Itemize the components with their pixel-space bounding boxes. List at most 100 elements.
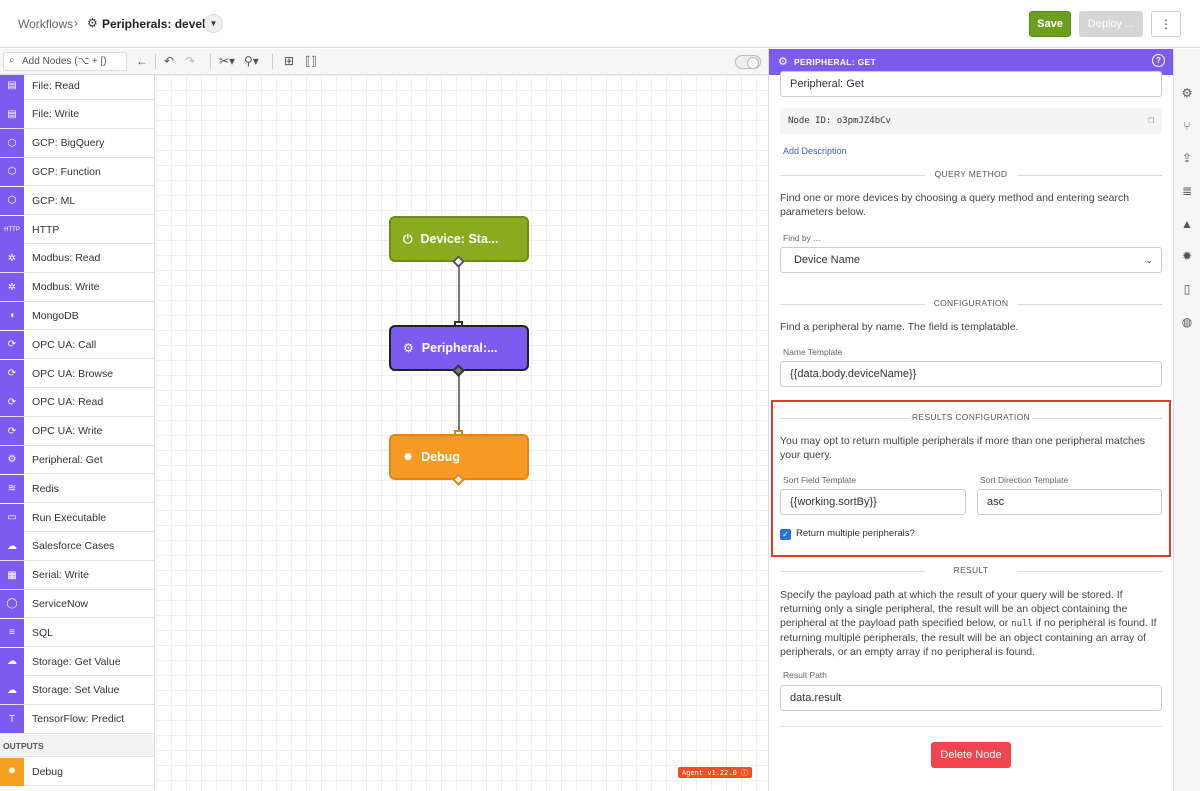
canvas-toggle[interactable]: [735, 55, 761, 69]
workflow-dropdown-button[interactable]: ▼: [204, 14, 223, 33]
palette-item[interactable]: ✹ Debug: [0, 757, 154, 787]
palette-item[interactable]: ≡ SQL: [0, 618, 154, 648]
node-palette: ▤ File: Read ▤ File: Write ⬡ GCP: BigQuery ⬡ GC…: [0, 75, 155, 791]
palette-item[interactable]: ◯ ServiceNow: [0, 589, 154, 619]
bug-icon[interactable]: ✹: [1180, 249, 1194, 263]
branch-icon[interactable]: ⑂: [1180, 119, 1194, 133]
result-path-input[interactable]: data.result: [780, 685, 1162, 711]
palette-item[interactable]: ✲ Modbus: Read: [0, 244, 154, 273]
name-template-input[interactable]: {{data.body.deviceName}}: [780, 361, 1162, 387]
palette-item[interactable]: ⬡ GCP: Function: [0, 157, 154, 187]
sort-direction-input[interactable]: asc: [977, 489, 1162, 515]
palette-item[interactable]: ☁ Salesforce Cases: [0, 532, 154, 561]
palette-item[interactable]: ⟳ OPC UA: Browse: [0, 359, 154, 388]
gear-icon[interactable]: ⚙: [1180, 86, 1194, 100]
more-options-button[interactable]: ⋮: [1151, 11, 1181, 37]
connection-wire[interactable]: [458, 264, 460, 326]
device-icon[interactable]: ▯: [1180, 282, 1194, 296]
database-icon[interactable]: ≣: [1180, 184, 1194, 198]
palette-item[interactable]: ⬡ GCP: ML: [0, 186, 154, 216]
copy-icon[interactable]: ❐: [1148, 115, 1154, 126]
save-button[interactable]: Save: [1029, 11, 1071, 37]
top-bar: Workflows › ⚙ Peripherals: develop ▼ Sav…: [0, 0, 1200, 48]
workflow-canvas[interactable]: ⏻ Device: Sta... ⚙ Peripheral:... ✹ Debu…: [156, 75, 768, 791]
palette-item-label: TensorFlow: Predict: [32, 713, 125, 726]
palette-node-icon: T: [0, 705, 24, 734]
node-label: Debug: [421, 450, 460, 464]
palette-node-icon: ✹: [0, 757, 24, 786]
upload-icon[interactable]: ⇪: [1180, 151, 1194, 165]
palette-item[interactable]: ☁ Storage: Set Value: [0, 676, 154, 705]
palette-item[interactable]: ⟳ OPC UA: Call: [0, 330, 154, 360]
results-configuration-description: You may opt to return multiple periphera…: [780, 435, 1145, 461]
bug-icon: ✹: [403, 450, 414, 464]
connection-wire[interactable]: [458, 373, 460, 435]
palette-node-icon: ☁: [0, 676, 24, 705]
palette-item[interactable]: ▭ Run Executable: [0, 503, 154, 532]
palette-item-label: Peripheral: Get: [32, 453, 103, 466]
power-icon: ⏻: [403, 231, 413, 246]
palette-item[interactable]: ◖ MongoDB: [0, 301, 154, 331]
palette-item[interactable]: ☁ Storage: Get Value: [0, 647, 154, 676]
palette-item[interactable]: ⟳ OPC UA: Read: [0, 388, 154, 417]
palette-node-icon: ⟳: [0, 388, 24, 417]
brackets-icon[interactable]: ⟦⟧: [305, 54, 317, 68]
return-multiple-label[interactable]: Return multiple peripherals?: [796, 528, 915, 539]
configuration-heading: CONFIGURATION: [780, 298, 1162, 310]
deploy-button[interactable]: Deploy ...: [1079, 11, 1143, 37]
delete-node-button[interactable]: Delete Node: [931, 742, 1011, 768]
palette-item[interactable]: ✲ Modbus: Write: [0, 273, 154, 302]
palette-item[interactable]: ▤ File: Write: [0, 100, 154, 129]
name-template-label: Name Template: [783, 347, 843, 357]
palette-node-icon: ▭: [0, 503, 24, 532]
scissors-icon[interactable]: ✂▾: [219, 54, 235, 68]
query-method-heading: QUERY METHOD: [780, 169, 1162, 181]
search-placeholder: Add Nodes (⌥ + [): [22, 56, 107, 67]
palette-item-label: Modbus: Read: [32, 252, 101, 265]
palette-node-icon: ⟳: [0, 359, 24, 388]
find-by-select[interactable]: Device Name ⌄: [780, 247, 1162, 273]
chart-icon[interactable]: ▲: [1180, 217, 1194, 231]
palette-node-icon: ▦: [0, 561, 24, 590]
breadcrumb-current-workflow: Peripherals: develop: [102, 17, 221, 31]
palette-item[interactable]: ▤ File: Read: [0, 75, 154, 100]
collapse-arrow-icon[interactable]: ←: [136, 54, 148, 68]
palette-item-label: Storage: Set Value: [32, 684, 120, 697]
palette-item[interactable]: ⬡ GCP: BigQuery: [0, 129, 154, 158]
palette-section-outputs: OUTPUTS: [0, 735, 154, 758]
agent-version-badge[interactable]: Agent v1.22.0 ⓘ: [678, 767, 753, 778]
palette-item[interactable]: T TensorFlow: Predict: [0, 705, 154, 734]
palette-item[interactable]: ≋ Redis: [0, 474, 154, 504]
palette-node-icon: ⚙: [0, 445, 24, 474]
palette-node-icon: ▤: [0, 100, 24, 129]
sort-field-input[interactable]: {{working.sortBy}}: [780, 489, 966, 515]
palette-item[interactable]: ⚙ Peripheral: Get: [0, 445, 154, 475]
palette-item-label: Run Executable: [32, 511, 107, 524]
breadcrumb-workflows[interactable]: Workflows: [18, 17, 73, 31]
palette-node-icon: ✲: [0, 273, 24, 302]
globe-icon[interactable]: ◍: [1180, 315, 1194, 329]
palette-item-label: Serial: Write: [32, 569, 89, 582]
node-name-input[interactable]: Peripheral: Get: [780, 71, 1162, 97]
zoom-icon[interactable]: ⚲▾: [244, 54, 259, 68]
palette-item-label: OPC UA: Browse: [32, 367, 114, 380]
workflow-icon: ⚙: [87, 16, 98, 30]
return-multiple-checkbox[interactable]: ✓: [780, 529, 791, 540]
result-path-label: Result Path: [783, 670, 827, 680]
right-sidebar-rail: ⚙ ⑂ ⇪ ≣ ▲ ✹ ▯ ◍: [1173, 49, 1200, 791]
redo-icon[interactable]: ↷: [185, 54, 195, 68]
node-label: Peripheral:...: [421, 341, 498, 355]
help-icon[interactable]: ?: [1152, 54, 1165, 67]
find-by-value: Device Name: [794, 254, 861, 266]
palette-item[interactable]: ⟳ OPC UA: Write: [0, 417, 154, 446]
palette-node-icon: HTTP: [0, 215, 24, 244]
node-id-label: Node ID:: [788, 116, 832, 126]
palette-item[interactable]: HTTP HTTP: [0, 215, 154, 244]
add-comment-icon[interactable]: ⊞: [284, 54, 294, 68]
add-nodes-search-input[interactable]: ⌕ Add Nodes (⌥ + [): [3, 52, 127, 71]
palette-item[interactable]: ▦ Serial: Write: [0, 561, 154, 590]
undo-icon[interactable]: ↶: [164, 54, 174, 68]
add-description-link[interactable]: Add Description: [783, 146, 847, 156]
palette-item-label: Debug: [32, 765, 63, 778]
find-by-label: Find by ...: [783, 233, 821, 243]
